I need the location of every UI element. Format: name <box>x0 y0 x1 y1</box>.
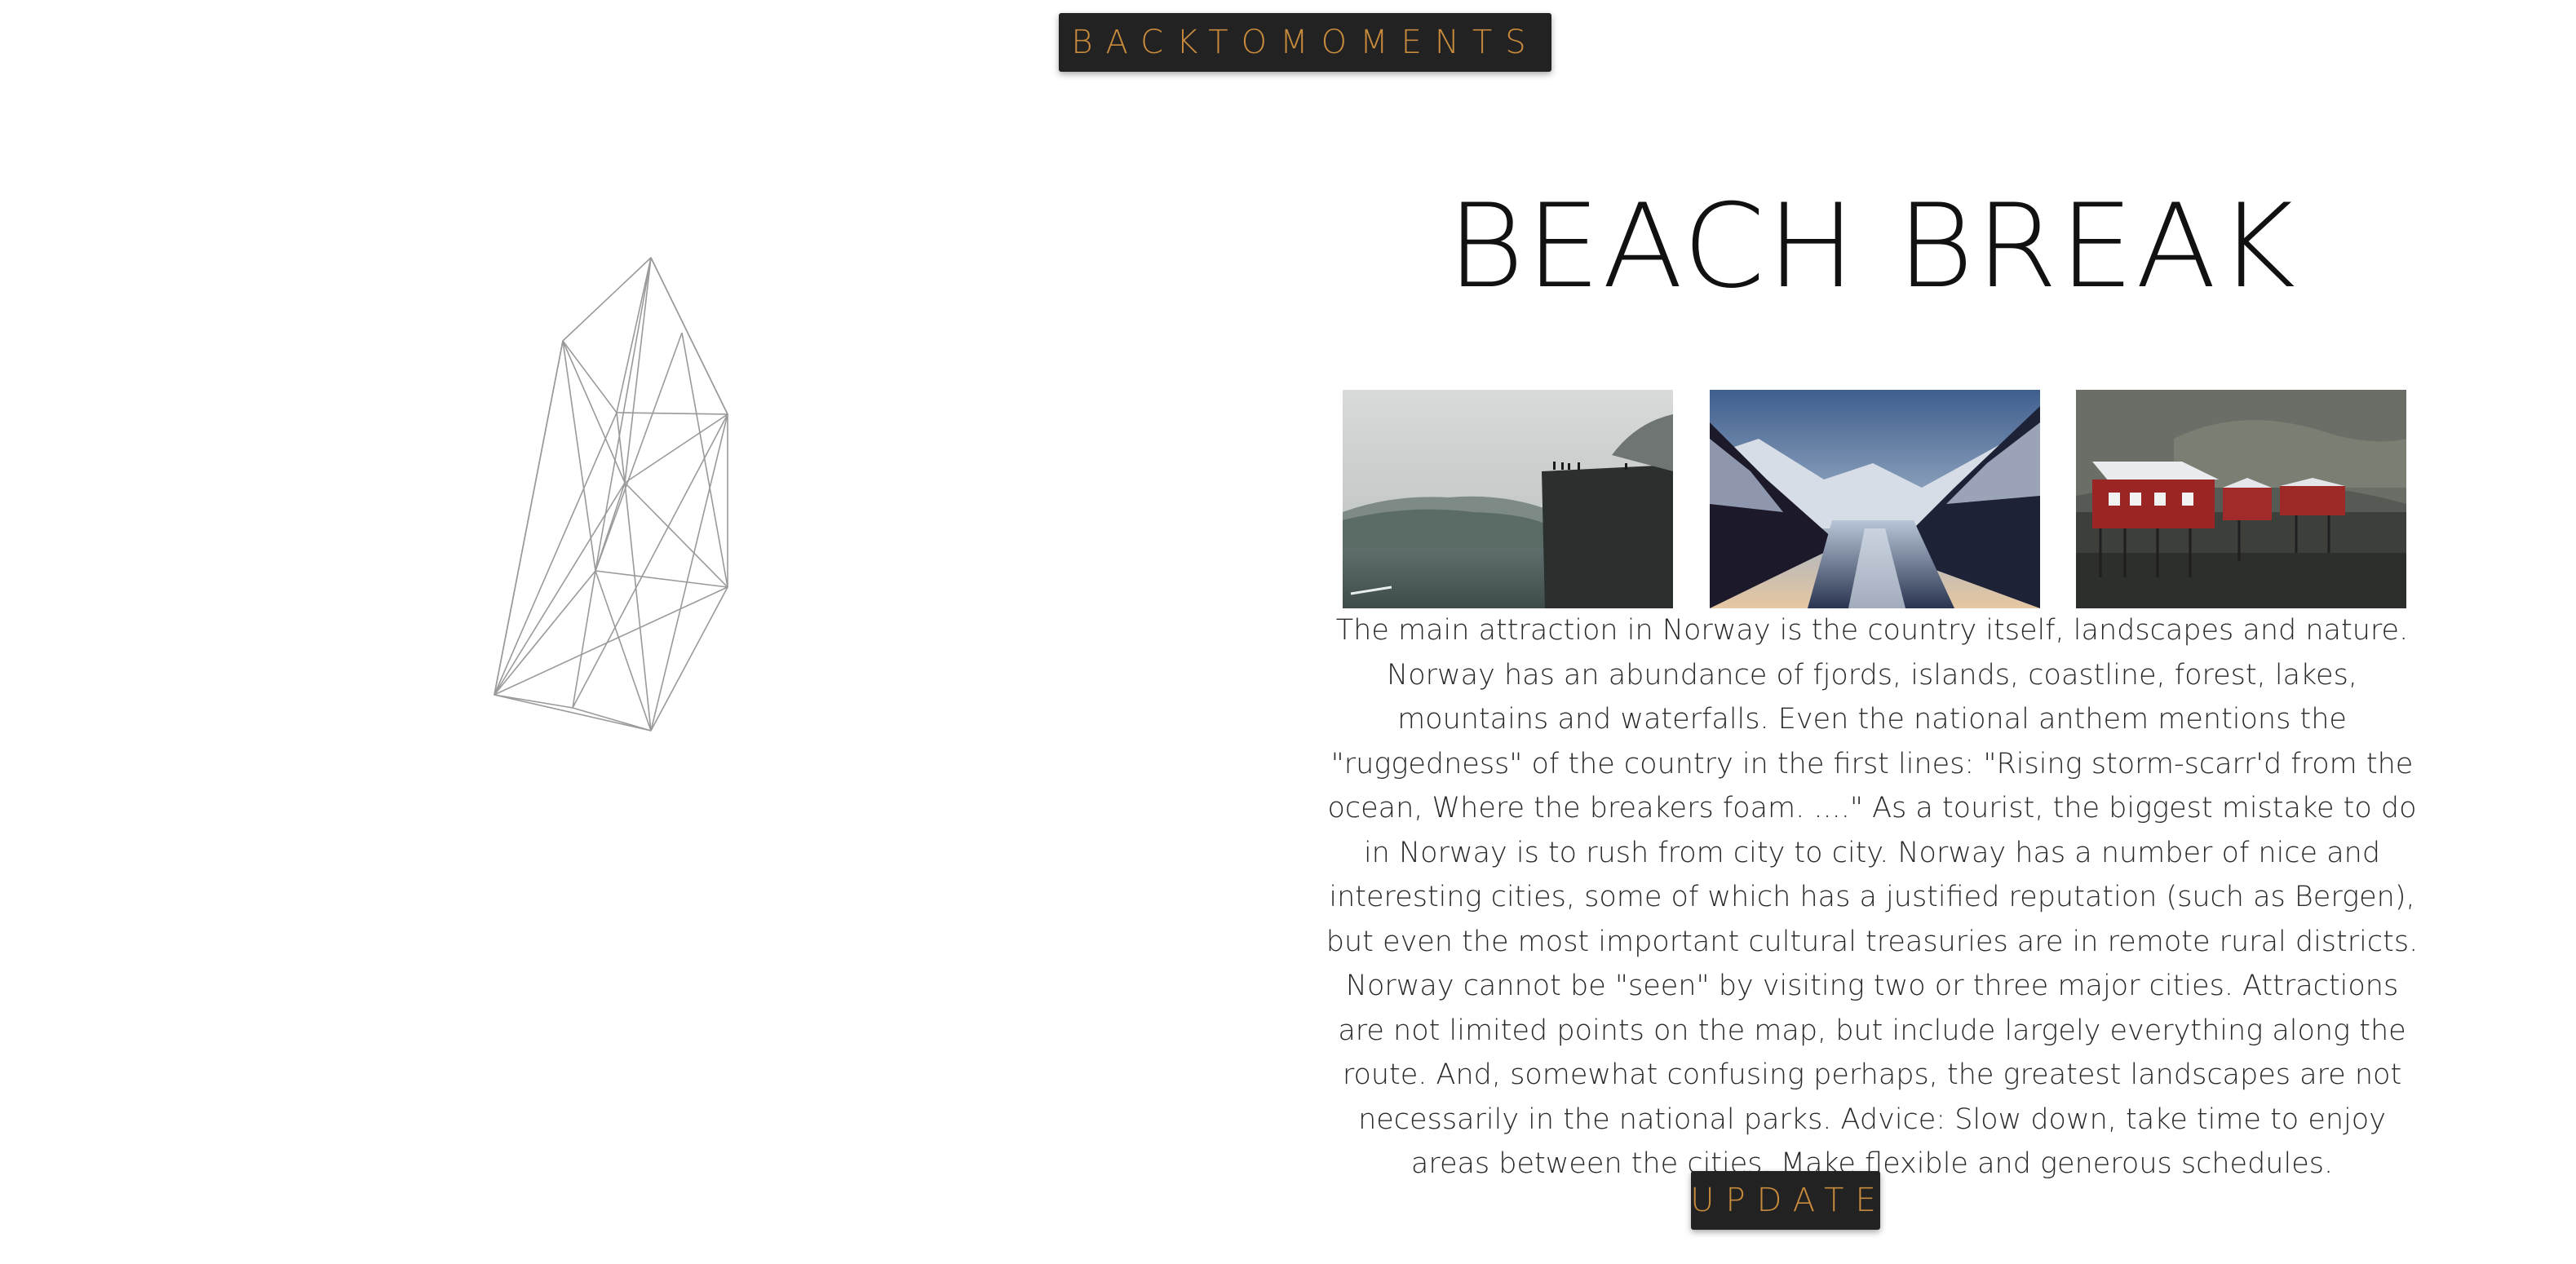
red-fishing-cabins-photo[interactable] <box>2076 390 2406 608</box>
update-label: UPDATE <box>1690 1182 1888 1219</box>
fjord-mountains-image <box>1709 390 2040 608</box>
update-button[interactable]: UPDATE <box>1690 1171 1880 1230</box>
page: BACKTOMOMENTS BEACH BREAK The main attra… <box>0 0 2576 1264</box>
back-to-moments-label: BACKTOMOMENTS <box>1071 24 1539 61</box>
wireframe-polyhedron-graphic <box>494 257 728 731</box>
cliff-over-fjord-image <box>1343 390 1673 608</box>
photo-gallery <box>1343 390 2406 608</box>
post-body: The main attraction in Norway is the cou… <box>1326 614 2419 1180</box>
cliff-over-fjord-photo[interactable] <box>1343 390 1673 608</box>
back-to-moments-button[interactable]: BACKTOMOMENTS <box>1059 13 1551 72</box>
wireframe-polyhedron <box>473 245 799 767</box>
post-title: BEACH BREAK <box>1446 179 2298 314</box>
fjord-mountains-photo[interactable] <box>1709 390 2040 608</box>
red-fishing-cabins-image <box>2076 390 2406 608</box>
